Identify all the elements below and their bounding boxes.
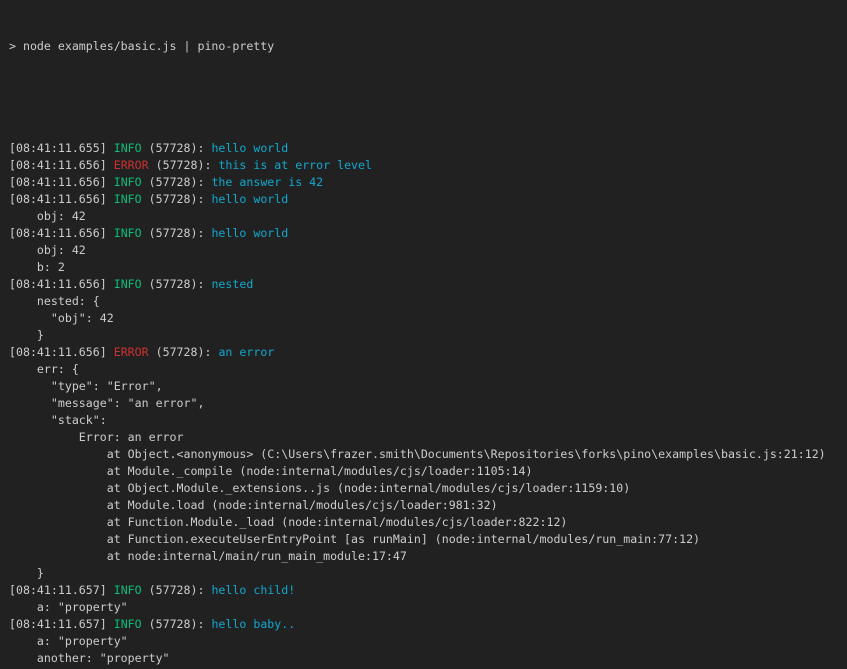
detail-line: another: "property" bbox=[9, 650, 847, 667]
detail-line: Error: an error bbox=[9, 429, 847, 446]
log-timestamp: [08:41:11.656] bbox=[9, 158, 107, 172]
log-message: hello baby.. bbox=[211, 617, 295, 631]
log-level: INFO bbox=[114, 617, 142, 631]
detail-line: "type": "Error", bbox=[9, 378, 847, 395]
detail-line: at Object.<anonymous> (C:\Users\frazer.s… bbox=[9, 446, 847, 463]
detail-line: } bbox=[9, 565, 847, 582]
detail-line: a: "property" bbox=[9, 633, 847, 650]
log-message: hello world bbox=[211, 192, 288, 206]
log-message: nested bbox=[211, 277, 253, 291]
command-line: > node examples/basic.js | pino-pretty bbox=[9, 38, 847, 55]
detail-line: } bbox=[9, 327, 847, 344]
log-line: [08:41:11.656] INFO (57728): nested bbox=[9, 276, 847, 293]
log-level: ERROR bbox=[114, 158, 149, 172]
log-timestamp: [08:41:11.657] bbox=[9, 617, 107, 631]
log-timestamp: [08:41:11.656] bbox=[9, 226, 107, 240]
log-level: INFO bbox=[114, 277, 142, 291]
detail-line: "message": "an error", bbox=[9, 395, 847, 412]
detail-line: at node:internal/main/run_main_module:17… bbox=[9, 548, 847, 565]
log-pid: (57728): bbox=[149, 226, 205, 240]
log-message: hello child! bbox=[211, 583, 295, 597]
log-line: [08:41:11.655] INFO (57728): hello world bbox=[9, 140, 847, 157]
blank-line bbox=[9, 89, 847, 106]
log-pid: (57728): bbox=[149, 583, 205, 597]
log-line: [08:41:11.657] INFO (57728): hello child… bbox=[9, 582, 847, 599]
detail-line: obj: 42 bbox=[9, 208, 847, 225]
log-level: INFO bbox=[114, 192, 142, 206]
log-line: [08:41:11.656] ERROR (57728): an error bbox=[9, 344, 847, 361]
log-timestamp: [08:41:11.656] bbox=[9, 277, 107, 291]
log-level: INFO bbox=[114, 583, 142, 597]
detail-line: nested: { bbox=[9, 293, 847, 310]
detail-line: at Object.Module._extensions..js (node:i… bbox=[9, 480, 847, 497]
log-line: [08:41:11.656] INFO (57728): the answer … bbox=[9, 174, 847, 191]
detail-line: "obj": 42 bbox=[9, 310, 847, 327]
log-timestamp: [08:41:11.656] bbox=[9, 345, 107, 359]
detail-line: obj: 42 bbox=[9, 242, 847, 259]
log-level: ERROR bbox=[114, 345, 149, 359]
detail-line: at Function.Module._load (node:internal/… bbox=[9, 514, 847, 531]
log-timestamp: [08:41:11.656] bbox=[9, 175, 107, 189]
detail-line: err: { bbox=[9, 361, 847, 378]
log-line: [08:41:11.657] INFO (57728): hello baby.… bbox=[9, 616, 847, 633]
log-timestamp: [08:41:11.657] bbox=[9, 583, 107, 597]
log-message: an error bbox=[218, 345, 274, 359]
detail-line: at Function.executeUserEntryPoint [as ru… bbox=[9, 531, 847, 548]
detail-line: at Module._compile (node:internal/module… bbox=[9, 463, 847, 480]
detail-line: at Module.load (node:internal/modules/cj… bbox=[9, 497, 847, 514]
log-pid: (57728): bbox=[149, 277, 205, 291]
log-level: INFO bbox=[114, 175, 142, 189]
log-pid: (57728): bbox=[149, 192, 205, 206]
log-output: [08:41:11.655] INFO (57728): hello world… bbox=[9, 140, 847, 669]
log-level: INFO bbox=[114, 226, 142, 240]
detail-line: b: 2 bbox=[9, 259, 847, 276]
log-line: [08:41:11.656] INFO (57728): hello world bbox=[9, 191, 847, 208]
detail-line: a: "property" bbox=[9, 599, 847, 616]
log-level: INFO bbox=[114, 141, 142, 155]
terminal[interactable]: > node examples/basic.js | pino-pretty [… bbox=[0, 0, 847, 669]
log-line: [08:41:11.656] ERROR (57728): this is at… bbox=[9, 157, 847, 174]
log-message: the answer is 42 bbox=[211, 175, 323, 189]
log-message: hello world bbox=[211, 141, 288, 155]
log-pid: (57728): bbox=[149, 141, 205, 155]
log-line: [08:41:11.656] INFO (57728): hello world bbox=[9, 225, 847, 242]
log-pid: (57728): bbox=[149, 175, 205, 189]
detail-line: "stack": bbox=[9, 412, 847, 429]
log-pid: (57728): bbox=[149, 617, 205, 631]
log-message: this is at error level bbox=[218, 158, 372, 172]
log-pid: (57728): bbox=[156, 158, 212, 172]
log-pid: (57728): bbox=[156, 345, 212, 359]
log-timestamp: [08:41:11.655] bbox=[9, 141, 107, 155]
log-message: hello world bbox=[211, 226, 288, 240]
log-timestamp: [08:41:11.656] bbox=[9, 192, 107, 206]
